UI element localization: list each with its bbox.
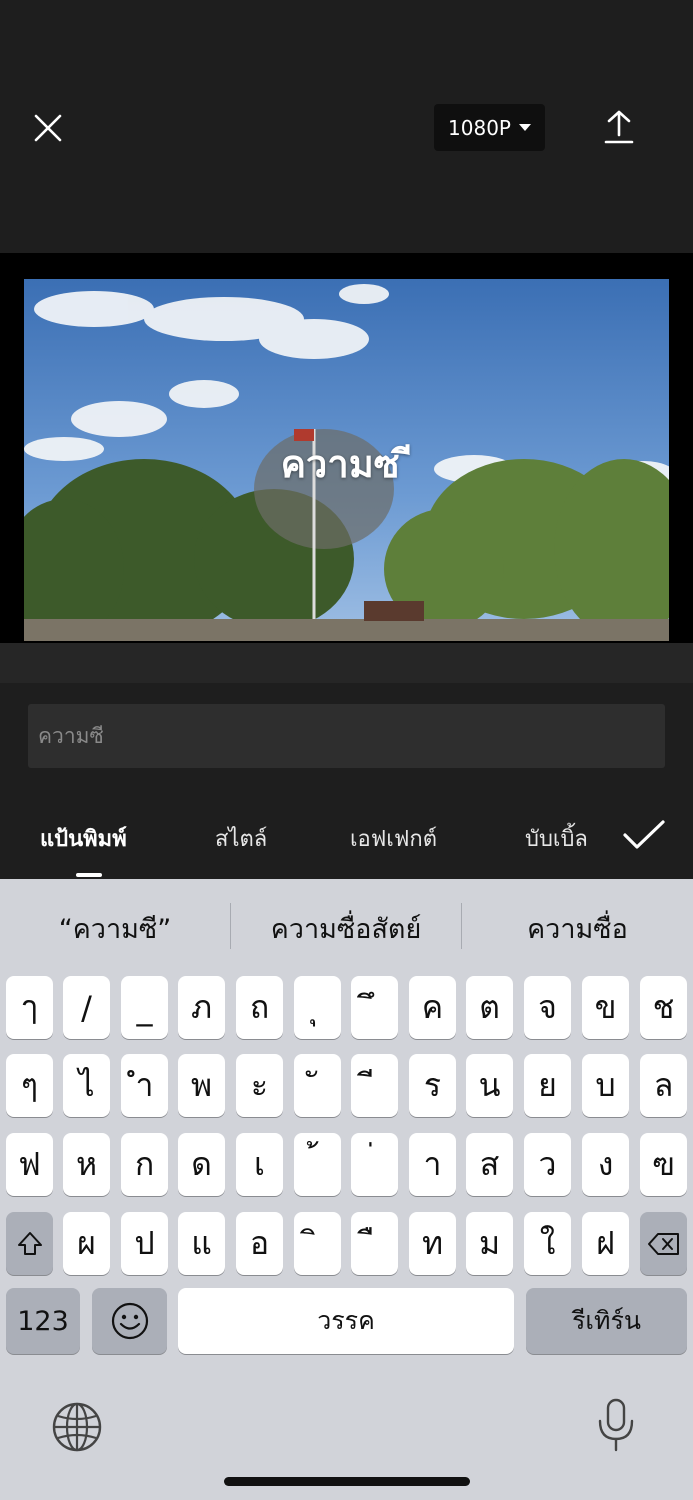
key[interactable]: ฝ	[582, 1212, 629, 1275]
text-edit-panel: แป้นพิมพ์ สไตล์ เอฟเฟกต์ บับเบิ้ล	[0, 683, 693, 879]
return-key[interactable]: รีเทิร์น	[526, 1288, 687, 1354]
tab-bubble-clip: บับเบิ้ล	[525, 811, 601, 871]
key[interactable]: อ	[236, 1212, 283, 1275]
key[interactable]: เ	[236, 1133, 283, 1196]
video-preview[interactable]: ความซ ี	[24, 279, 669, 641]
key[interactable]: า	[409, 1133, 456, 1196]
key[interactable]: พ	[178, 1054, 225, 1117]
tab-effects[interactable]: เอฟเฟกต์	[350, 821, 437, 856]
key[interactable]: ล	[640, 1054, 687, 1117]
globe-icon	[52, 1402, 102, 1452]
key[interactable]: ึ	[351, 976, 398, 1039]
key[interactable]: บ	[582, 1054, 629, 1117]
key[interactable]: ป	[121, 1212, 168, 1275]
suggestion-3[interactable]: ความซื่อ	[462, 907, 693, 950]
key[interactable]: ะ	[236, 1054, 283, 1117]
key[interactable]: ไ	[63, 1054, 110, 1117]
key[interactable]: ้	[294, 1133, 341, 1196]
timeline-strip	[0, 643, 693, 683]
key[interactable]: ๆ	[6, 1054, 53, 1117]
key[interactable]: ร	[409, 1054, 456, 1117]
globe-button[interactable]	[51, 1401, 103, 1453]
key[interactable]: ย	[524, 1054, 571, 1117]
caption-text-field[interactable]	[28, 704, 665, 768]
resolution-label: 1080P	[448, 115, 511, 140]
key[interactable]: ว	[524, 1133, 571, 1196]
key[interactable]: ผ	[63, 1212, 110, 1275]
key[interactable]: ุ	[294, 976, 341, 1039]
confirm-button[interactable]	[620, 811, 668, 859]
key[interactable]: ส	[466, 1133, 513, 1196]
resolution-dropdown[interactable]: 1080P	[434, 104, 545, 151]
key[interactable]: ห	[63, 1133, 110, 1196]
key[interactable]: ั	[294, 1054, 341, 1117]
top-toolbar: 1080P	[0, 0, 693, 253]
numbers-key[interactable]: 123	[6, 1288, 80, 1354]
key[interactable]: จ	[524, 976, 571, 1039]
tab-bubble[interactable]: บับเบิ้ล	[525, 821, 588, 856]
key[interactable]: ด	[178, 1133, 225, 1196]
home-indicator[interactable]	[224, 1477, 470, 1486]
key[interactable]: ่	[351, 1133, 398, 1196]
delete-key[interactable]	[640, 1212, 687, 1275]
key[interactable]: แ	[178, 1212, 225, 1275]
close-icon	[34, 114, 62, 142]
suggestion-1[interactable]: “ความซี”	[0, 907, 230, 950]
key[interactable]: ภ	[178, 976, 225, 1039]
tab-style[interactable]: สไตล์	[215, 821, 267, 856]
key[interactable]: ง	[582, 1133, 629, 1196]
dictation-button[interactable]	[596, 1397, 636, 1453]
key[interactable]: ฃ	[640, 1133, 687, 1196]
shift-key[interactable]	[6, 1212, 53, 1275]
key[interactable]: ื	[351, 1212, 398, 1275]
thai-keyboard: “ความซี” ความซื่อสัตย์ ความซื่อ ๅ / _ ภ …	[0, 879, 693, 1500]
preview-stage: ความซ ี	[0, 253, 693, 643]
overlay-caption[interactable]: ความซ ี	[24, 433, 669, 494]
close-button[interactable]	[28, 108, 68, 148]
key[interactable]: ำ	[121, 1054, 168, 1117]
key[interactable]: ใ	[524, 1212, 571, 1275]
backspace-icon	[647, 1232, 679, 1255]
edit-tabs: แป้นพิมพ์ สไตล์ เอฟเฟกต์ บับเบิ้ล	[0, 811, 693, 877]
key[interactable]: น	[466, 1054, 513, 1117]
key[interactable]: ๅ	[6, 976, 53, 1039]
key[interactable]: ท	[409, 1212, 456, 1275]
checkmark-icon	[623, 820, 665, 849]
key[interactable]: ช	[640, 976, 687, 1039]
key[interactable]: ฟ	[6, 1133, 53, 1196]
tab-keyboard[interactable]: แป้นพิมพ์	[40, 821, 127, 856]
space-key[interactable]: วรรค	[178, 1288, 514, 1354]
key[interactable]: ก	[121, 1133, 168, 1196]
export-button[interactable]	[598, 105, 640, 149]
key[interactable]: ม	[466, 1212, 513, 1275]
emoji-icon	[111, 1302, 148, 1340]
shift-icon	[17, 1231, 42, 1255]
upload-icon	[604, 110, 634, 144]
key[interactable]: /	[63, 976, 110, 1039]
key[interactable]: ถ	[236, 976, 283, 1039]
suggestion-bar: “ความซี” ความซื่อสัตย์ ความซื่อ	[0, 879, 693, 976]
key[interactable]: ี	[351, 1054, 398, 1117]
key[interactable]: ต	[466, 976, 513, 1039]
emoji-key[interactable]	[92, 1288, 167, 1354]
key[interactable]: ิ	[294, 1212, 341, 1275]
suggestion-2[interactable]: ความซื่อสัตย์	[231, 907, 461, 950]
caret-down-icon	[518, 124, 531, 131]
key[interactable]: _	[121, 976, 168, 1039]
microphone-icon	[598, 1398, 634, 1452]
key[interactable]: ข	[582, 976, 629, 1039]
key[interactable]: ค	[409, 976, 456, 1039]
active-tab-indicator	[76, 873, 102, 877]
